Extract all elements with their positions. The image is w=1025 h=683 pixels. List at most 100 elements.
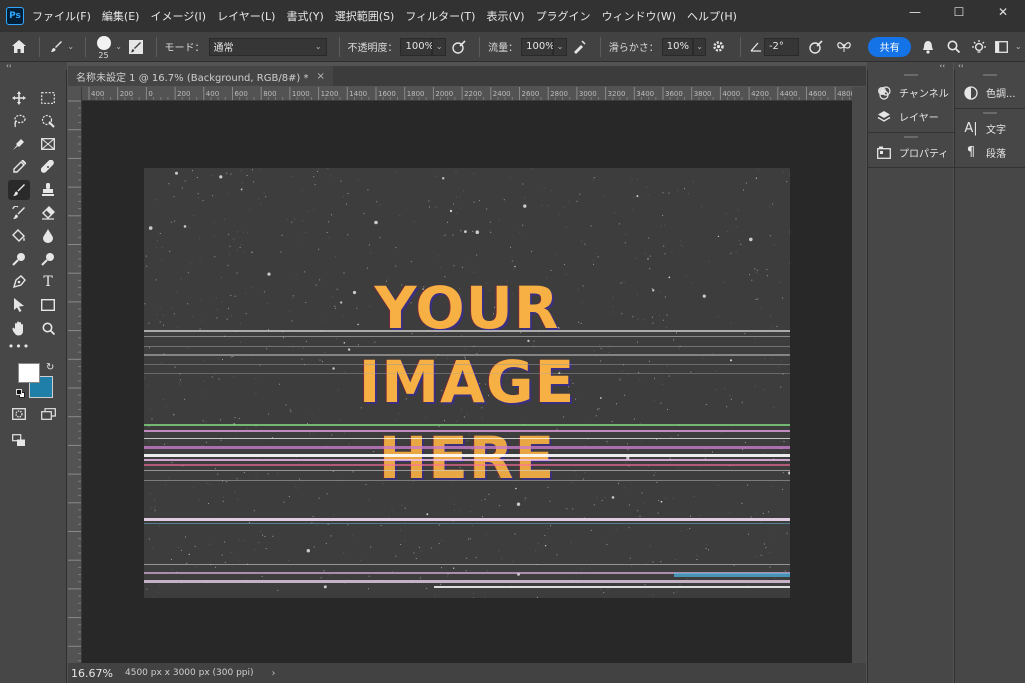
paint-bucket-tool[interactable] bbox=[8, 226, 30, 246]
dodge-tool[interactable] bbox=[8, 249, 30, 269]
opacity-dropdown[interactable]: ⌄ bbox=[432, 37, 447, 56]
airbrush-button[interactable] bbox=[567, 39, 592, 54]
menu-type[interactable]: 書式(Y) bbox=[286, 8, 323, 24]
quick-mask-button[interactable] bbox=[8, 404, 30, 424]
discover-button[interactable] bbox=[965, 39, 992, 54]
brush-settings-button[interactable] bbox=[124, 39, 147, 54]
more-tools-button[interactable]: ••• bbox=[8, 336, 30, 356]
opacity-input[interactable]: 100% bbox=[400, 37, 434, 56]
default-colors-icon[interactable] bbox=[16, 389, 25, 398]
type-tool[interactable]: T bbox=[37, 272, 59, 292]
move-tool[interactable] bbox=[8, 88, 30, 108]
menu-help[interactable]: ヘルプ(H) bbox=[687, 8, 737, 24]
close-button[interactable]: ✕ bbox=[981, 0, 1025, 24]
adjustments-panel-button[interactable]: 色調... bbox=[964, 85, 1016, 100]
menu-view[interactable]: 表示(V) bbox=[486, 8, 524, 24]
document-tab[interactable]: 名称未設定 1 @ 16.7% (Background, RGB/8#) * × bbox=[68, 66, 333, 86]
symmetry-button[interactable] bbox=[834, 41, 855, 53]
path-selection-tool[interactable] bbox=[8, 295, 30, 315]
workspace-button[interactable] bbox=[992, 40, 1011, 53]
marquee-tool[interactable] bbox=[37, 88, 59, 108]
canvas-area[interactable]: YOUR IMAGE HERE bbox=[82, 101, 852, 663]
frame-tool[interactable] bbox=[37, 134, 59, 154]
ruler-tick-label: 600 bbox=[235, 90, 248, 98]
stamp-tool[interactable] bbox=[37, 180, 59, 200]
bandage-icon bbox=[41, 160, 54, 173]
ruler-tick-label: 200 bbox=[177, 90, 190, 98]
lightbulb-icon bbox=[971, 39, 986, 53]
menu-image[interactable]: イメージ(I) bbox=[150, 8, 206, 24]
flow-dropdown[interactable]: ⌄ bbox=[553, 37, 567, 56]
tools-collapse-button[interactable]: ‹‹ bbox=[0, 62, 67, 70]
mode-select[interactable]: 通常 ⌄ bbox=[208, 37, 327, 56]
zoom-level[interactable]: 16.67% bbox=[71, 667, 119, 680]
brush-preset-button[interactable] bbox=[48, 40, 65, 53]
lasso-tool[interactable] bbox=[8, 111, 30, 131]
brush-size-dropdown[interactable]: ⌄ bbox=[113, 42, 125, 51]
status-menu-arrow[interactable]: › bbox=[272, 668, 276, 679]
menu-filter[interactable]: フィルター(T) bbox=[405, 8, 475, 24]
workspace-icon bbox=[995, 40, 1009, 53]
panel-grip[interactable] bbox=[904, 74, 918, 76]
channels-panel-button[interactable]: チャンネル bbox=[877, 85, 949, 100]
zoom-tool[interactable] bbox=[37, 318, 59, 338]
screen-mode-button[interactable] bbox=[37, 404, 59, 424]
eraser-tool[interactable] bbox=[37, 203, 59, 223]
vertical-ruler[interactable] bbox=[68, 87, 82, 663]
panel-grip[interactable] bbox=[983, 112, 997, 114]
menu-layer[interactable]: レイヤー(L) bbox=[217, 8, 275, 24]
swap-colors-icon[interactable]: ↻ bbox=[46, 362, 54, 373]
panel-grip[interactable] bbox=[904, 136, 918, 138]
vertical-scrollbar[interactable] bbox=[852, 87, 866, 663]
smoothing-dropdown[interactable]: ⌄ bbox=[692, 37, 707, 56]
pressure-size-button[interactable] bbox=[799, 39, 834, 54]
angle-input[interactable]: -2° bbox=[763, 37, 799, 56]
hand-tool[interactable] bbox=[8, 318, 30, 338]
brush-tool[interactable] bbox=[8, 180, 30, 200]
character-panel-button[interactable]: A| 文字 bbox=[964, 121, 1006, 136]
home-button[interactable] bbox=[0, 40, 39, 53]
search-button[interactable] bbox=[942, 40, 965, 53]
flow-input[interactable]: 100% bbox=[521, 37, 555, 56]
ruler-tick-label: 0 bbox=[148, 90, 152, 98]
minimize-button[interactable]: — bbox=[893, 0, 937, 24]
menu-window[interactable]: ウィンドウ(W) bbox=[602, 8, 676, 24]
edit-toolbar-button[interactable] bbox=[8, 430, 30, 450]
menu-select[interactable]: 選択範囲(S) bbox=[335, 8, 395, 24]
share-button[interactable]: 共有 bbox=[868, 36, 911, 57]
pen-tool[interactable] bbox=[8, 272, 30, 292]
properties-panel-button[interactable]: プロパティ bbox=[877, 145, 948, 160]
paragraph-panel-button[interactable]: ¶ 段落 bbox=[964, 145, 1006, 160]
status-bar: 16.67% 4500 px x 3000 px (300 ppi) › bbox=[68, 663, 866, 683]
panel-collapse-button[interactable]: ‹‹ bbox=[867, 62, 953, 70]
healing-brush-tool[interactable] bbox=[37, 157, 59, 177]
brush-preset-dropdown[interactable]: ⌄ bbox=[65, 42, 77, 51]
panel-grip[interactable] bbox=[983, 74, 997, 76]
blur-tool[interactable] bbox=[37, 226, 59, 246]
rectangle-tool[interactable] bbox=[37, 295, 59, 315]
document-canvas[interactable]: YOUR IMAGE HERE bbox=[144, 168, 790, 598]
smoothing-options-button[interactable] bbox=[706, 40, 731, 53]
sponge-tool[interactable] bbox=[37, 249, 59, 269]
brush-size-picker[interactable]: 25 bbox=[94, 33, 113, 61]
history-brush-tool[interactable] bbox=[8, 203, 30, 223]
quick-selection-tool[interactable] bbox=[37, 111, 59, 131]
foreground-color-swatch[interactable] bbox=[18, 363, 40, 383]
character-panel-label: 文字 bbox=[986, 125, 1006, 136]
butterfly-icon bbox=[837, 41, 852, 52]
smoothing-input[interactable]: 10% bbox=[661, 37, 693, 56]
horizontal-ruler[interactable]: 400 200 0 200 400 600 800 1000 1200 1400 1600 1800 2… bbox=[82, 87, 852, 101]
maximize-button[interactable]: ☐ bbox=[937, 0, 981, 24]
close-tab-icon[interactable]: × bbox=[317, 71, 325, 82]
menu-file[interactable]: ファイル(F) bbox=[32, 8, 91, 24]
eyedropper-tool[interactable] bbox=[8, 157, 30, 177]
notifications-button[interactable] bbox=[915, 40, 942, 54]
layers-panel-button[interactable]: レイヤー bbox=[877, 109, 939, 124]
menu-edit[interactable]: 編集(E) bbox=[102, 8, 140, 24]
pressure-opacity-button[interactable] bbox=[446, 39, 471, 54]
panel-collapse-button-2[interactable]: ‹‹ bbox=[954, 62, 1025, 70]
menu-plugins[interactable]: プラグイン bbox=[536, 8, 591, 24]
workspace-dropdown[interactable]: ⌄ bbox=[1011, 42, 1025, 51]
mode-value: 通常 bbox=[213, 43, 234, 54]
pen-nib-tool[interactable] bbox=[8, 134, 30, 154]
